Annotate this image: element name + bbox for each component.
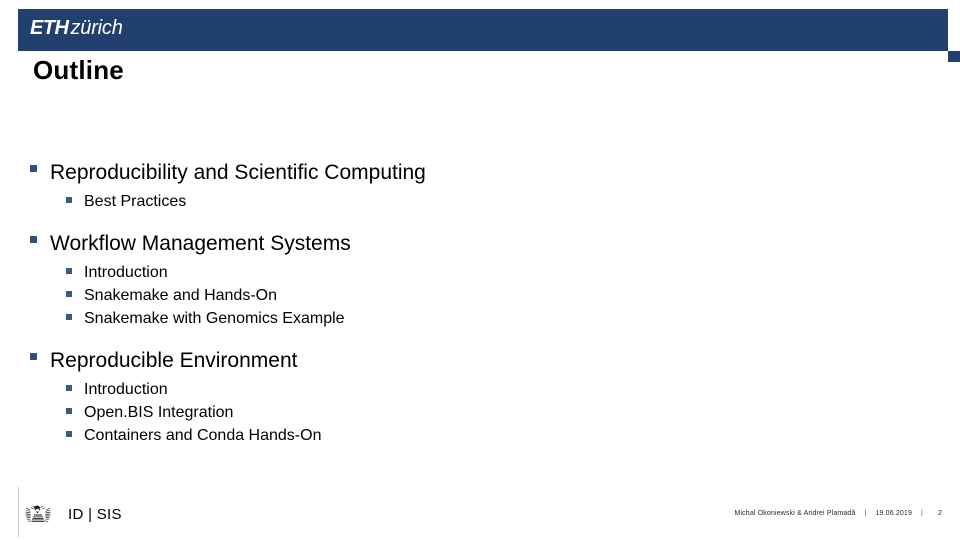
square-bullet-icon	[66, 401, 84, 414]
square-bullet-icon	[66, 424, 84, 437]
outline-subitem-row: Introduction	[66, 261, 910, 284]
outline-subitem-row: Snakemake and Hands-On	[66, 284, 910, 307]
square-bullet-icon	[66, 261, 84, 274]
outline-heading-label: Reproducibility and Scientific Computing	[50, 161, 426, 184]
footer-separator: |	[921, 510, 923, 517]
eth-zurich-logo: ETH zürich	[30, 17, 123, 41]
footer-department: ID | SIS	[68, 506, 122, 523]
outline-subitem-label: Open.BIS Integration	[84, 404, 234, 421]
outline-subitem-row: Containers and Conda Hands-On	[66, 424, 910, 447]
header-band: ETH zürich	[18, 9, 960, 62]
outline-subitem-row: Introduction	[66, 378, 910, 401]
outline-group: Workflow Management Systems Introduction…	[30, 229, 910, 330]
outline-subitem-row: Snakemake with Genomics Example	[66, 307, 910, 330]
footer-date: 19.06.2019	[875, 510, 913, 517]
outline-subitem-label: Introduction	[84, 381, 168, 398]
outline-subitem-label: Snakemake with Genomics Example	[84, 310, 345, 327]
footer-separator: |	[864, 510, 867, 517]
outline-heading-label: Reproducible Environment	[50, 349, 298, 372]
square-bullet-icon	[30, 346, 50, 360]
outline-heading-row: Reproducibility and Scientific Computing	[30, 158, 910, 188]
outline-subitem-label: Introduction	[84, 264, 168, 281]
logo-zurich-text: zürich	[70, 17, 123, 39]
outline-list: Reproducibility and Scientific Computing…	[30, 158, 910, 447]
footer-divider	[18, 487, 19, 537]
outline-heading-label: Workflow Management Systems	[50, 232, 351, 255]
footer-meta: Michal Okoniewski & Andrei Plamadă | 19.…	[734, 510, 942, 517]
square-bullet-icon	[66, 284, 84, 297]
slide: ETH zürich Outline Reproducibility and S…	[0, 0, 960, 540]
footer-authors: Michal Okoniewski & Andrei Plamadă	[734, 510, 856, 517]
outline-subitem-row: Best Practices	[66, 190, 910, 213]
square-bullet-icon	[66, 307, 84, 320]
outline-subitem-label: Containers and Conda Hands-On	[84, 427, 322, 444]
outline-group: Reproducibility and Scientific Computing…	[30, 158, 910, 213]
logo-eth-text: ETH	[30, 17, 69, 39]
outline-group: Reproducible Environment Introduction Op…	[30, 346, 910, 447]
square-bullet-icon	[66, 378, 84, 391]
page-title: Outline	[33, 55, 124, 85]
outline-subitem-label: Best Practices	[84, 193, 187, 210]
eth-seal-icon	[24, 503, 52, 525]
outline-subitem-label: Snakemake and Hands-On	[84, 287, 277, 304]
outline-heading-row: Reproducible Environment	[30, 346, 910, 376]
square-bullet-icon	[30, 229, 50, 243]
outline-subitem-row: Open.BIS Integration	[66, 401, 910, 424]
header-notch	[948, 51, 960, 62]
outline-heading-row: Workflow Management Systems	[30, 229, 910, 259]
square-bullet-icon	[30, 158, 50, 172]
square-bullet-icon	[66, 190, 84, 203]
footer-page-number: 2	[937, 510, 942, 517]
